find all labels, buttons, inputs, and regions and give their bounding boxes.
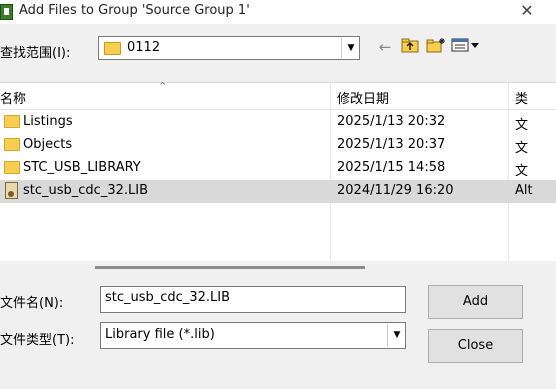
file-name: Objects [23, 137, 73, 152]
file-row[interactable]: Listings 2025/1/13 20:32 文 [0, 111, 556, 134]
file-date: 2025/1/13 20:32 [337, 114, 446, 129]
look-in-dropdown[interactable]: 0112 ▼ [98, 36, 360, 60]
file-type-value: Library file (*.lib) [105, 327, 215, 342]
add-button[interactable]: Add [428, 285, 523, 319]
file-row[interactable]: Objects 2025/1/13 20:37 文 [0, 134, 556, 157]
sort-arrow-icon: ⌃ [158, 80, 168, 93]
folder-icon [4, 138, 20, 151]
back-arrow-icon[interactable]: ← [375, 37, 395, 57]
up-folder-icon[interactable] [400, 37, 420, 57]
file-date: 2025/1/15 14:58 [337, 160, 446, 175]
file-name-input[interactable]: stc_usb_cdc_32.LIB [100, 286, 406, 313]
file-row-selected[interactable]: stc_usb_cdc_32.LIB 2024/11/29 16:20 Alt [0, 180, 556, 203]
look-in-value: 0112 [127, 40, 161, 55]
chevron-down-icon[interactable]: ▼ [341, 38, 360, 58]
file-row[interactable]: STC_USB_LIBRARY 2025/1/15 14:58 文 [0, 157, 556, 180]
column-name-header[interactable]: 名称 [0, 88, 26, 107]
close-icon[interactable]: ✕ [512, 0, 542, 24]
file-list[interactable]: 名称 ⌃ 修改日期 类 Listings 2025/1/13 20:32 文 O… [0, 80, 556, 269]
column-header: 名称 ⌃ 修改日期 类 [0, 80, 556, 110]
app-icon [0, 4, 13, 20]
close-button[interactable]: Close [428, 329, 523, 363]
file-name-label: 文件名(N): [0, 296, 64, 311]
file-type: 文 [515, 141, 529, 156]
file-type: Alt [515, 183, 533, 198]
file-type: 文 [515, 118, 529, 133]
file-date: 2024/11/29 16:20 [337, 183, 454, 198]
file-date: 2025/1/13 20:37 [337, 137, 446, 152]
new-folder-icon[interactable] [426, 37, 446, 57]
window-title: Add Files to Group 'Source Group 1' [19, 3, 250, 18]
column-type-header[interactable]: 类 [515, 88, 528, 107]
horizontal-scrollbar[interactable] [95, 266, 365, 269]
title-bar: Add Files to Group 'Source Group 1' ✕ [0, 0, 556, 24]
column-date-header[interactable]: 修改日期 [337, 88, 389, 107]
lib-file-icon [5, 182, 18, 199]
file-name: Listings [23, 114, 73, 129]
file-name: stc_usb_cdc_32.LIB [23, 183, 148, 198]
chevron-down-icon[interactable]: ▼ [387, 324, 406, 347]
folder-icon [104, 42, 121, 55]
file-type-dropdown[interactable]: Library file (*.lib) ▼ [100, 322, 406, 349]
look-in-label: 查找范围(I): [0, 46, 71, 61]
file-type: 文 [515, 164, 529, 179]
file-type-label: 文件类型(T): [0, 333, 75, 348]
folder-icon [4, 161, 20, 174]
folder-icon [4, 115, 20, 128]
view-menu-icon[interactable] [451, 37, 481, 57]
file-name: STC_USB_LIBRARY [23, 160, 141, 175]
